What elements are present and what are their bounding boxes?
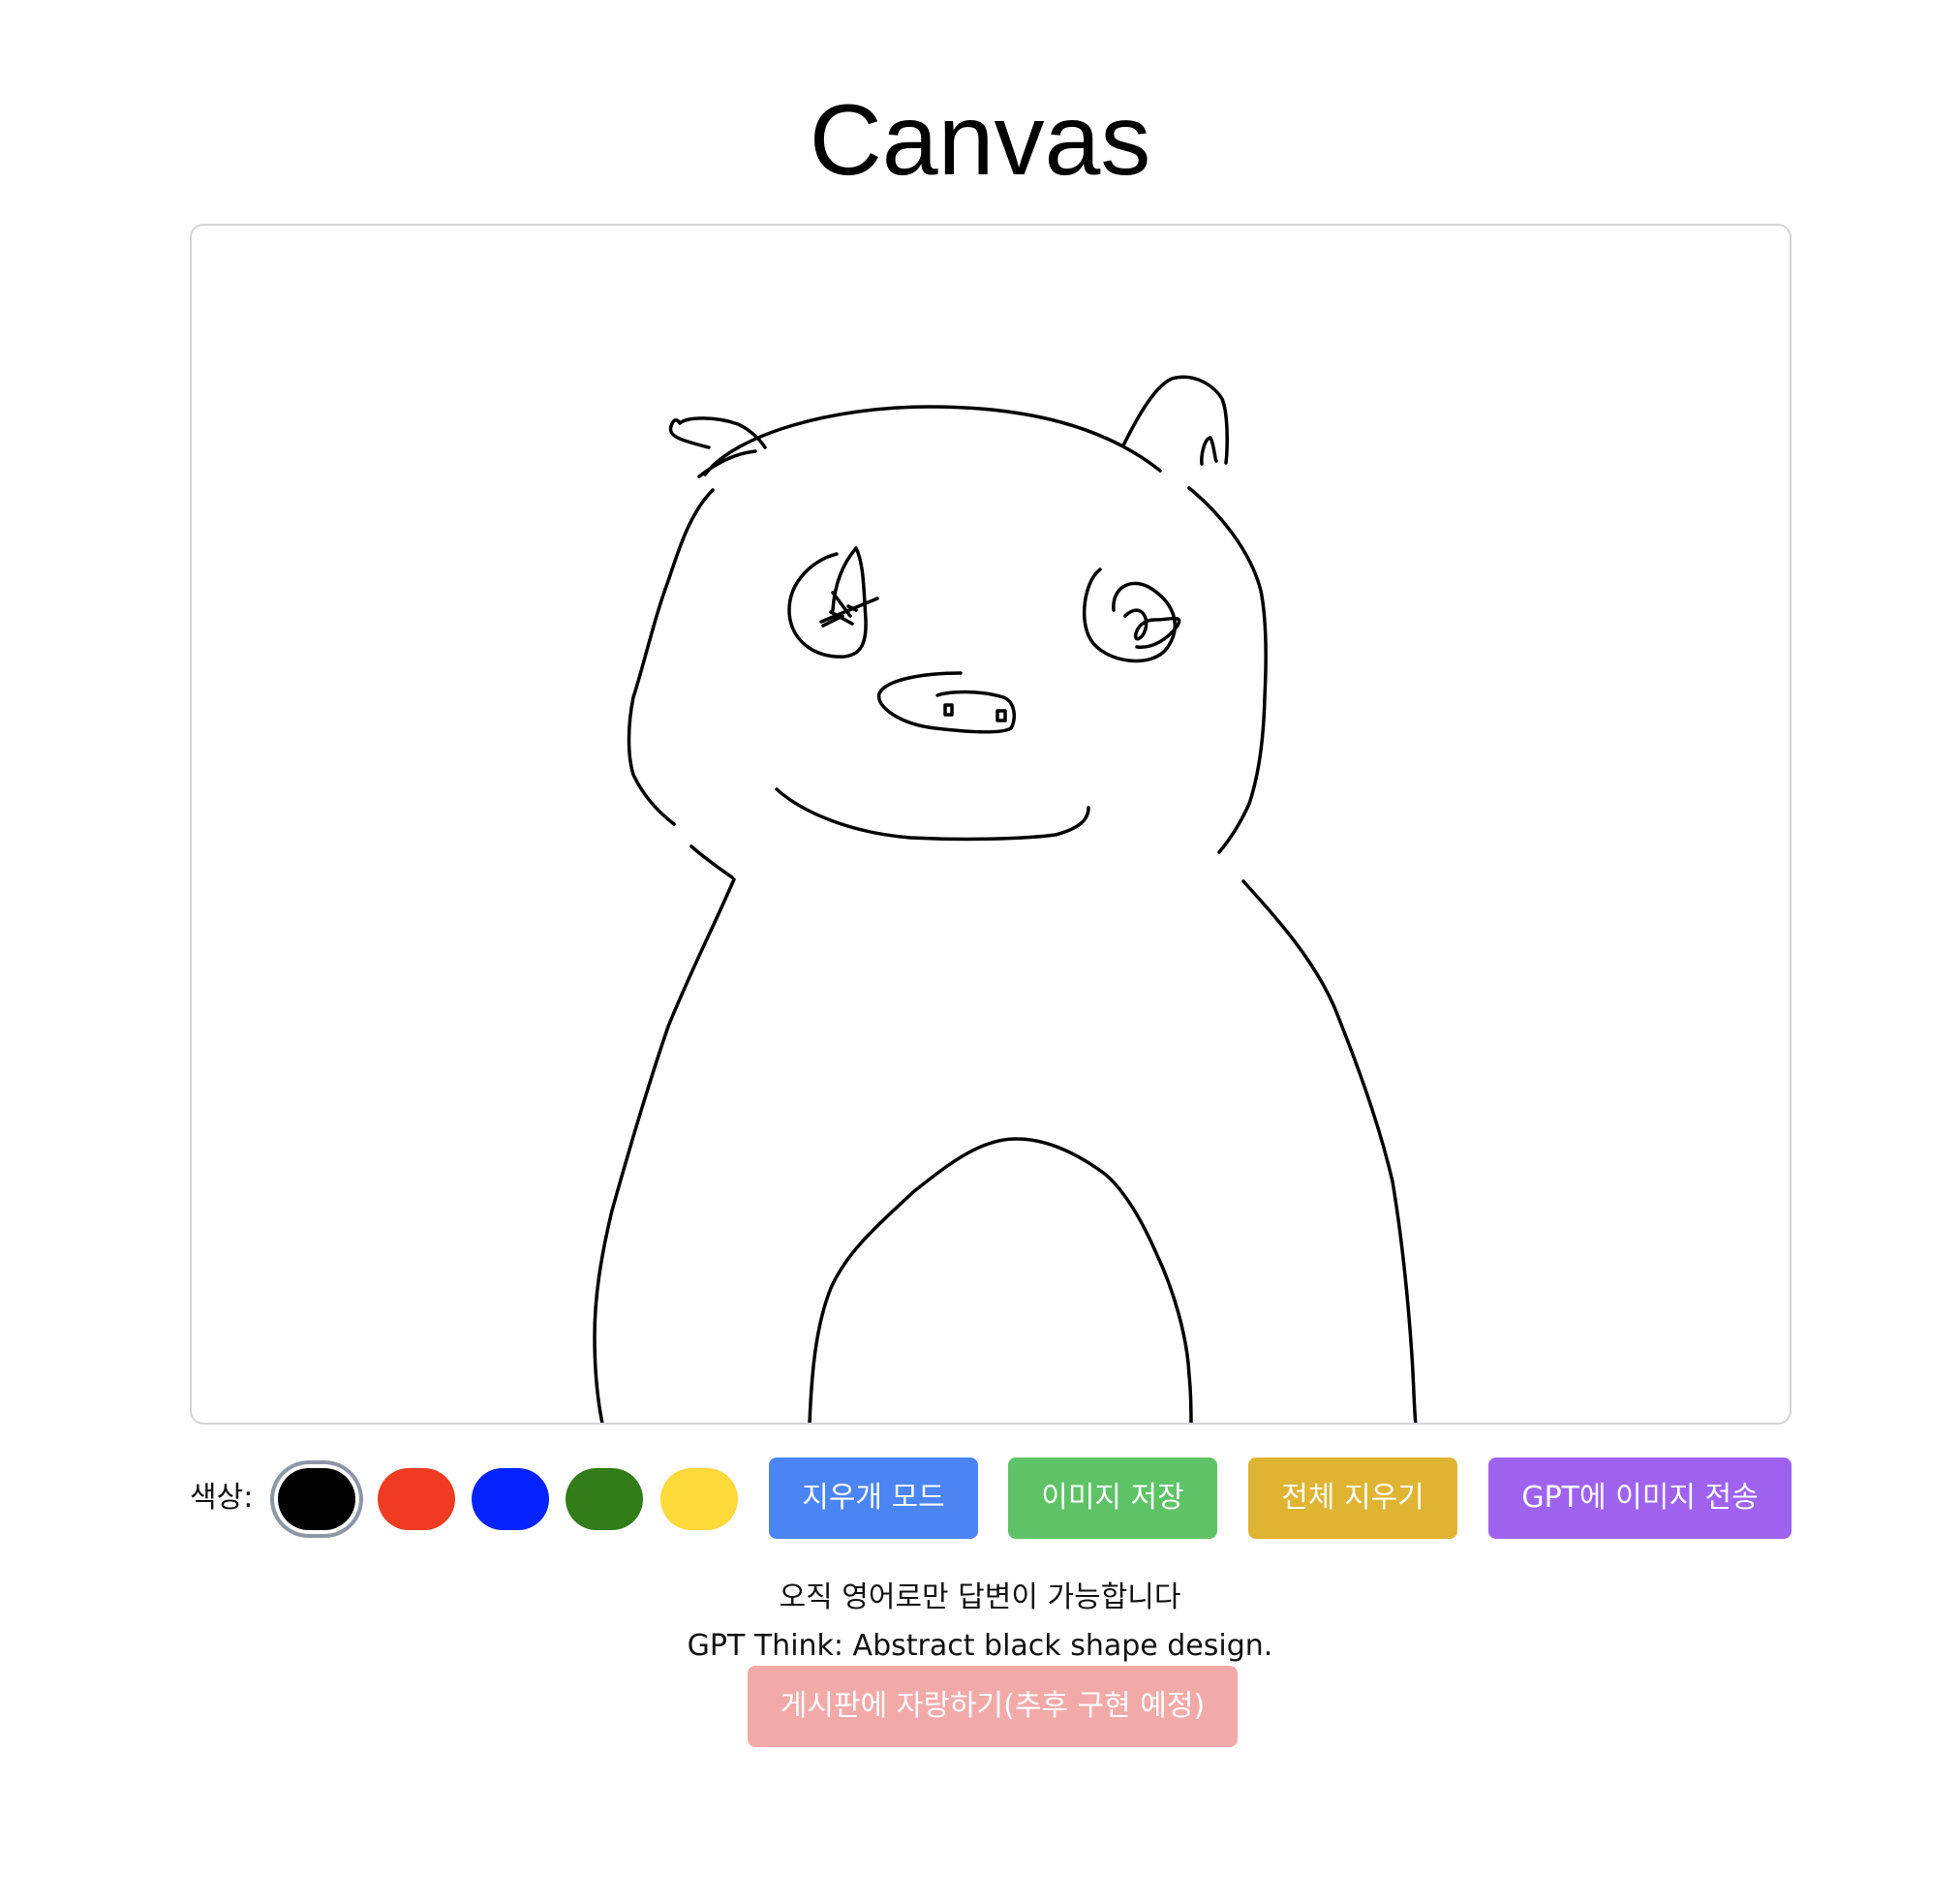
save-image-button[interactable]: 이미지 저장 — [1008, 1457, 1217, 1539]
language-notice: 오직 영어로만 답변이 가능합니다 — [779, 1580, 1181, 1614]
jaw-left — [689, 844, 734, 879]
body-left — [593, 877, 736, 1423]
clear-all-button[interactable]: 전체 지우기 — [1248, 1457, 1457, 1539]
color-swatch-green[interactable] — [566, 1468, 643, 1530]
share-to-board-button[interactable]: 게시판에 자랑하기(추후 구현 예정) — [748, 1666, 1238, 1747]
snout — [876, 671, 1017, 734]
color-swatch-yellow[interactable] — [660, 1468, 738, 1530]
right-ear-inner — [1200, 436, 1218, 466]
send-to-gpt-button[interactable]: GPT에 이미지 전송 — [1488, 1457, 1792, 1539]
color-swatch-black[interactable] — [278, 1468, 355, 1530]
color-swatch-red[interactable] — [378, 1468, 455, 1530]
left-eye — [787, 546, 868, 659]
left-eye-scribble — [819, 591, 879, 628]
belly — [808, 1137, 1193, 1423]
gpt-result-text: GPT Think: Abstract black shape design. — [687, 1629, 1273, 1663]
left-ear — [668, 416, 767, 449]
right-ear — [1121, 375, 1229, 465]
eraser-mode-button[interactable]: 지우개 모드 — [769, 1457, 978, 1539]
head-outline — [703, 405, 1162, 476]
color-swatch-blue[interactable] — [472, 1468, 549, 1530]
head-right-side — [1187, 486, 1268, 854]
nostril-right — [995, 709, 1007, 722]
page-title: Canvas — [809, 84, 1151, 197]
bear-drawing — [593, 375, 1418, 1423]
nostril-left — [943, 703, 954, 717]
right-eye — [1082, 568, 1178, 663]
color-label: 색상: — [190, 1481, 254, 1515]
head-left-side — [627, 488, 715, 826]
drawing-canvas[interactable] — [190, 224, 1792, 1425]
mouth — [775, 787, 1090, 842]
body-right — [1241, 879, 1418, 1423]
